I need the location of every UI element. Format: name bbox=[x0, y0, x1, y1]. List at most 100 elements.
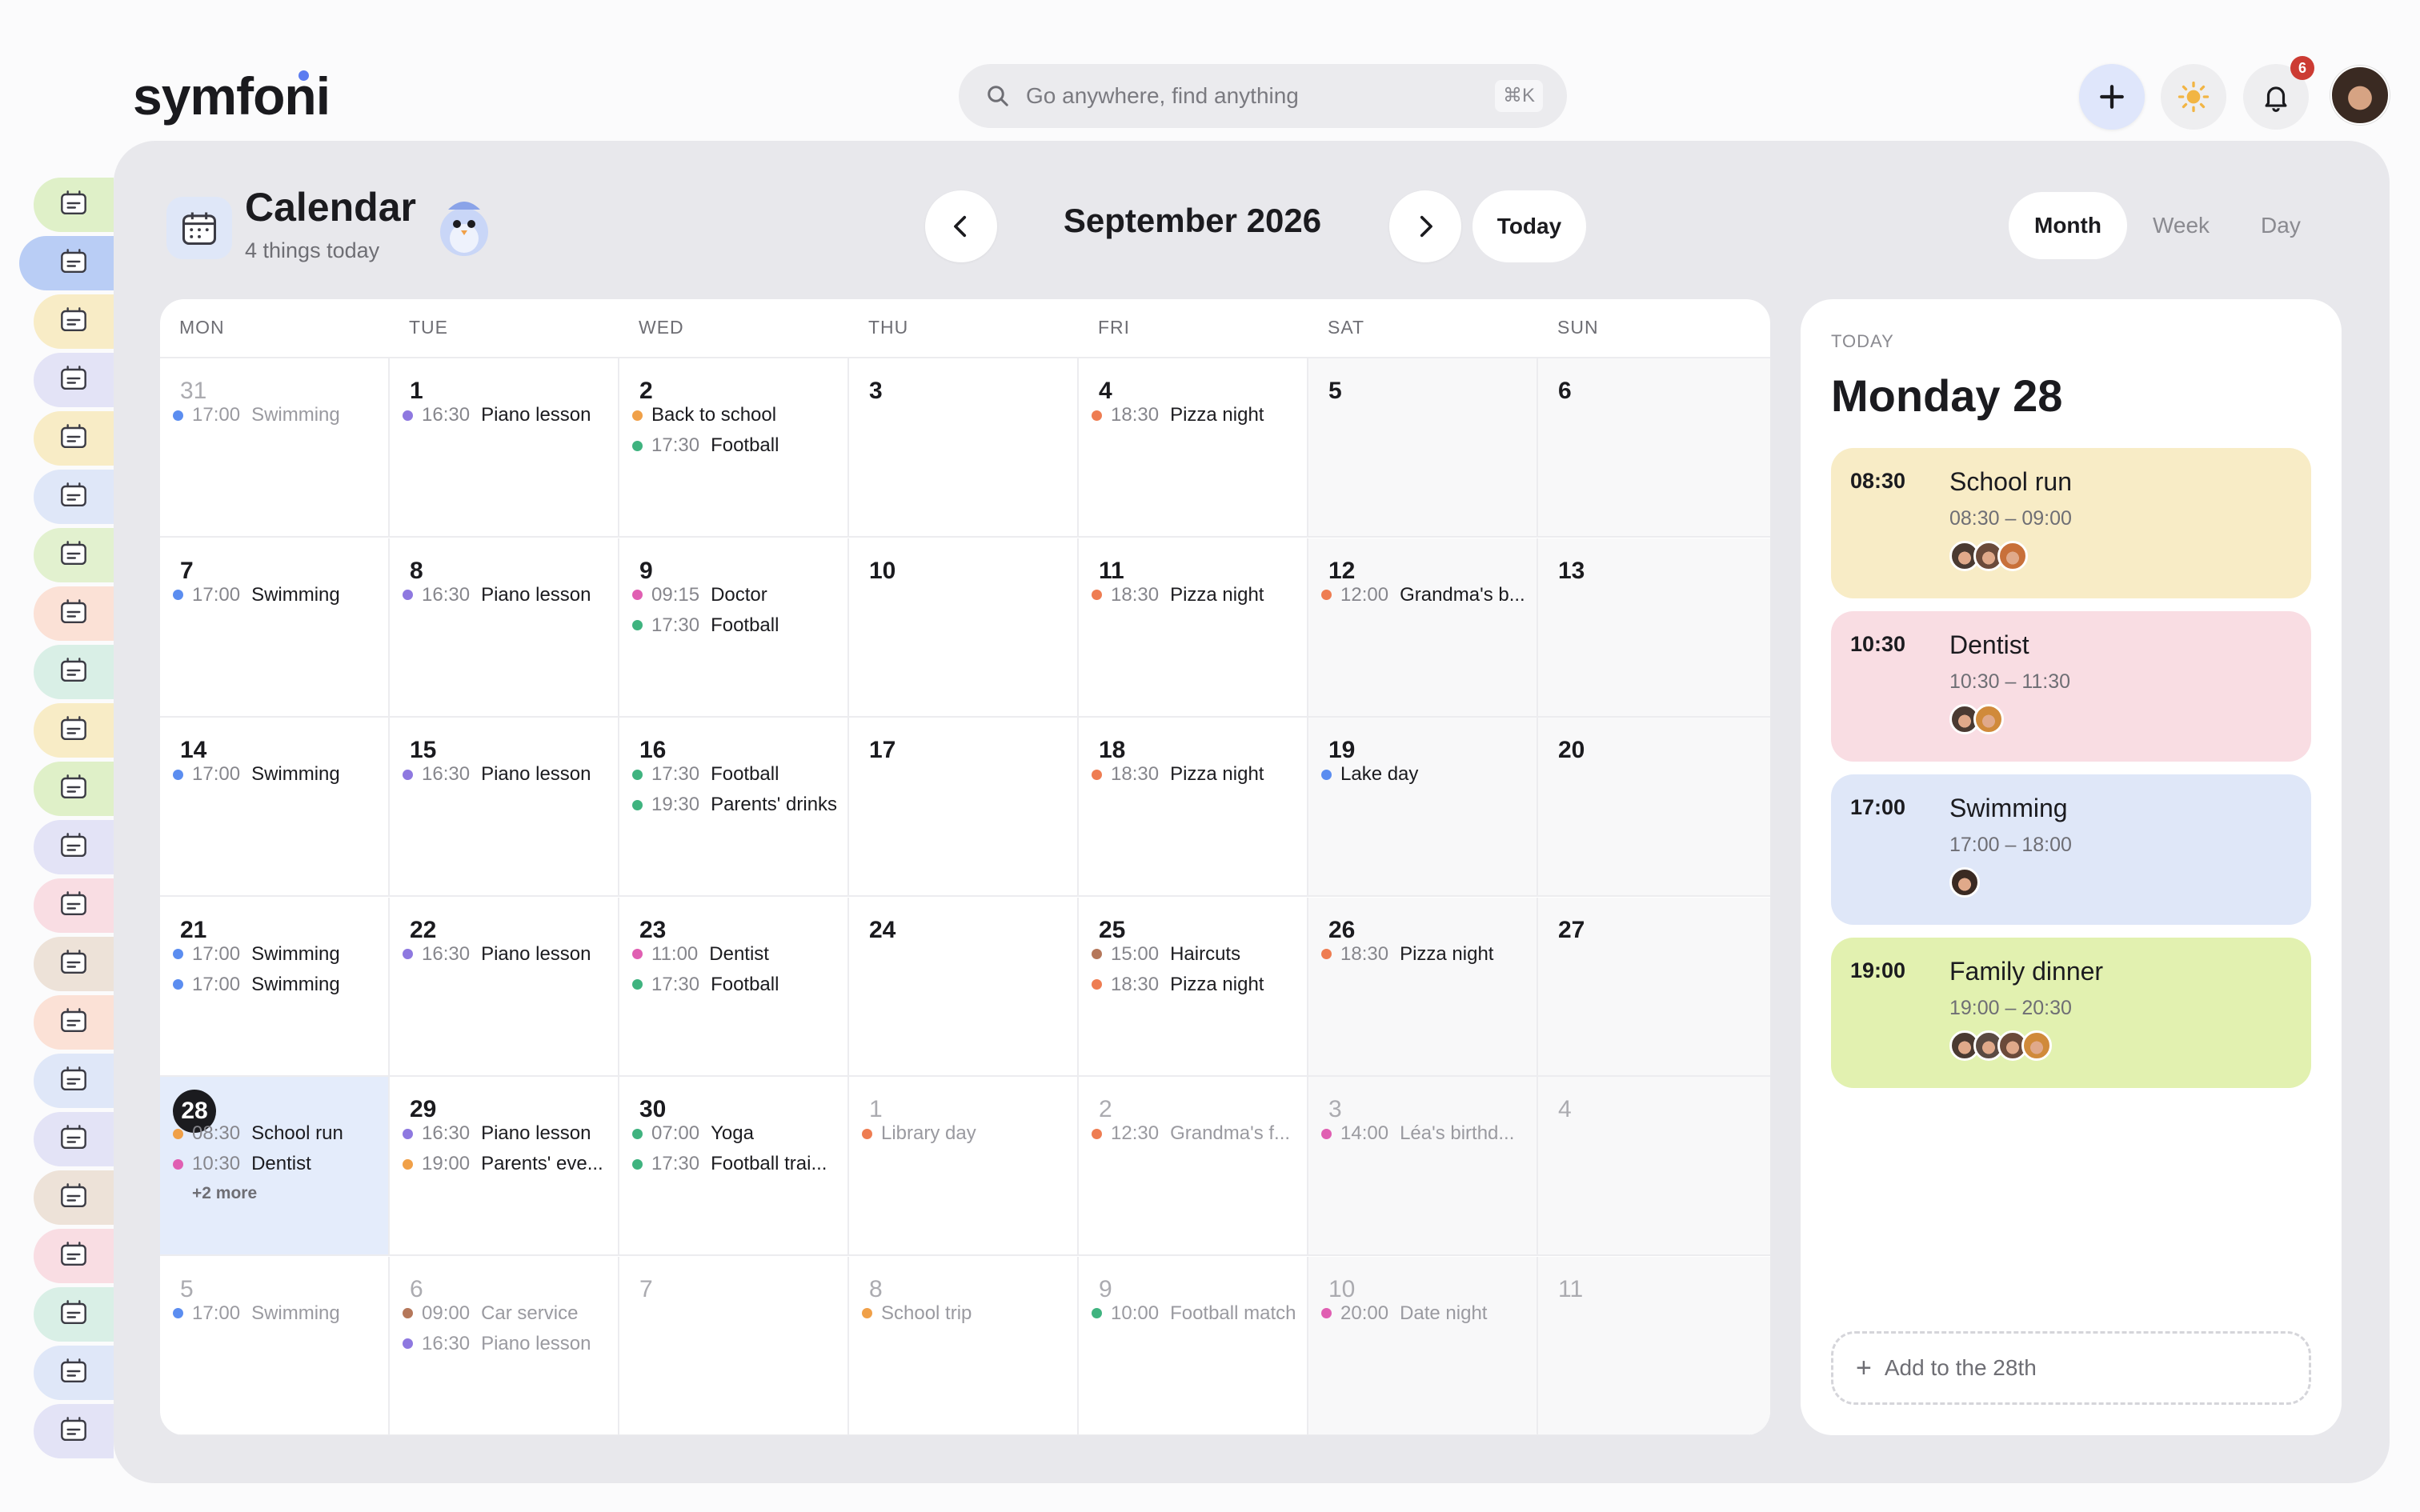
view-week-tab[interactable]: Week bbox=[2127, 192, 2235, 259]
day-cell[interactable]: 1 16:30 Piano lesson bbox=[390, 358, 619, 538]
sidebar-item-calendar[interactable] bbox=[19, 236, 114, 290]
calendar-event[interactable]: 16:30 Piano lesson bbox=[403, 1329, 612, 1359]
day-cell[interactable]: 28 08:30 School run 10:30 Dentist +2 more bbox=[160, 1077, 390, 1256]
agenda-event-card[interactable]: 10:30 Dentist 10:30 – 11:30 bbox=[1831, 611, 2311, 762]
day-cell[interactable]: 5 bbox=[1308, 358, 1538, 538]
sidebar-item-backpack[interactable] bbox=[34, 703, 114, 758]
calendar-event[interactable]: 19:00 Parents' eve... bbox=[403, 1149, 612, 1179]
day-cell[interactable]: 17 bbox=[849, 718, 1079, 897]
day-cell[interactable]: 8 16:30 Piano lesson bbox=[390, 538, 619, 718]
day-cell[interactable]: 15 16:30 Piano lesson bbox=[390, 718, 619, 897]
day-cell[interactable]: 24 bbox=[849, 897, 1079, 1077]
day-cell[interactable]: 5 17:00 Swimming bbox=[160, 1256, 390, 1435]
calendar-event[interactable]: 17:00 Swimming bbox=[173, 1298, 383, 1329]
sidebar-item-vehicle[interactable] bbox=[34, 762, 114, 816]
calendar-event[interactable]: 17:00 Swimming bbox=[173, 970, 383, 1000]
day-cell[interactable]: 8 School trip bbox=[849, 1256, 1079, 1435]
calendar-event[interactable]: 17:00 Swimming bbox=[173, 580, 383, 610]
day-cell[interactable]: 6 bbox=[1538, 358, 1770, 538]
calendar-event[interactable]: 17:00 Swimming bbox=[173, 759, 383, 790]
calendar-event[interactable]: 16:30 Piano lesson bbox=[403, 400, 612, 430]
calendar-event[interactable]: 16:30 Piano lesson bbox=[403, 939, 612, 970]
day-cell[interactable]: 18 18:30 Pizza night bbox=[1079, 718, 1308, 897]
calendar-event[interactable]: 17:00 Swimming bbox=[173, 939, 383, 970]
calendar-event[interactable]: 17:30 Football bbox=[632, 610, 842, 641]
add-button[interactable] bbox=[2079, 64, 2145, 130]
agenda-event-card[interactable]: 19:00 Family dinner 19:00 – 20:30 bbox=[1831, 938, 2311, 1088]
day-cell[interactable]: 23 11:00 Dentist 17:30 Football bbox=[619, 897, 849, 1077]
calendar-event[interactable]: 14:00 Léa's birthd... bbox=[1321, 1118, 1531, 1149]
search-bar[interactable]: Go anywhere, find anything ⌘K bbox=[959, 64, 1567, 128]
day-cell[interactable]: 25 15:00 Haircuts 18:30 Pizza night bbox=[1079, 897, 1308, 1077]
calendar-event[interactable]: 11:00 Dentist bbox=[632, 939, 842, 970]
sidebar-item-checklist[interactable] bbox=[34, 470, 114, 524]
day-cell[interactable]: 4 18:30 Pizza night bbox=[1079, 358, 1308, 538]
calendar-event[interactable]: 18:30 Pizza night bbox=[1092, 580, 1301, 610]
sidebar-item-broom[interactable] bbox=[34, 411, 114, 466]
calendar-event[interactable]: 18:30 Pizza night bbox=[1321, 939, 1531, 970]
day-cell[interactable]: 19 Lake day bbox=[1308, 718, 1538, 897]
sidebar-item-recipe[interactable] bbox=[34, 528, 114, 582]
day-cell[interactable]: 29 16:30 Piano lesson 19:00 Parents' eve... bbox=[390, 1077, 619, 1256]
calendar-event[interactable]: 10:00 Football match bbox=[1092, 1298, 1301, 1329]
sidebar-item-baby[interactable] bbox=[34, 1404, 114, 1458]
day-cell[interactable]: 2 Back to school 17:30 Football bbox=[619, 358, 849, 538]
day-cell[interactable]: 6 09:00 Car service 16:30 Piano lesson bbox=[390, 1256, 619, 1435]
calendar-event[interactable]: 12:00 Grandma's b... bbox=[1321, 580, 1531, 610]
calendar-event[interactable]: 17:00 Swimming bbox=[173, 400, 383, 430]
calendar-event[interactable]: 19:30 Parents' drinks bbox=[632, 790, 842, 820]
day-cell[interactable]: 7 bbox=[619, 1256, 849, 1435]
day-cell[interactable]: 12 12:00 Grandma's b... bbox=[1308, 538, 1538, 718]
sidebar-item-reading[interactable] bbox=[34, 1346, 114, 1400]
calendar-event[interactable]: 16:30 Piano lesson bbox=[403, 1118, 612, 1149]
sidebar-item-mail-heart[interactable] bbox=[34, 1229, 114, 1283]
add-event-today-button[interactable]: + Add to the 28th bbox=[1831, 1331, 2311, 1405]
view-day-tab[interactable]: Day bbox=[2235, 192, 2326, 259]
theme-toggle-button[interactable] bbox=[2161, 64, 2226, 130]
sidebar-item-photo[interactable] bbox=[34, 1170, 114, 1225]
day-cell[interactable]: 27 bbox=[1538, 897, 1770, 1077]
calendar-event[interactable]: 17:30 Football bbox=[632, 759, 842, 790]
calendar-event[interactable]: Lake day bbox=[1321, 759, 1531, 790]
calendar-event[interactable]: School trip bbox=[862, 1298, 1072, 1329]
sidebar-item-book[interactable] bbox=[34, 1112, 114, 1166]
agenda-event-card[interactable]: 08:30 School run 08:30 – 09:00 bbox=[1831, 448, 2311, 598]
sidebar-item-tickets[interactable] bbox=[34, 294, 114, 349]
day-cell[interactable]: 10 20:00 Date night bbox=[1308, 1256, 1538, 1435]
day-cell[interactable]: 22 16:30 Piano lesson bbox=[390, 897, 619, 1077]
calendar-event[interactable]: 17:30 Football trai... bbox=[632, 1149, 842, 1179]
calendar-event[interactable]: 16:30 Piano lesson bbox=[403, 580, 612, 610]
day-cell[interactable]: 20 bbox=[1538, 718, 1770, 897]
day-cell[interactable]: 21 17:00 Swimming 17:00 Swimming bbox=[160, 897, 390, 1077]
more-events-link[interactable]: +2 more bbox=[192, 1184, 257, 1203]
day-cell[interactable]: 7 17:00 Swimming bbox=[160, 538, 390, 718]
day-cell[interactable]: 14 17:00 Swimming bbox=[160, 718, 390, 897]
calendar-event[interactable]: 20:00 Date night bbox=[1321, 1298, 1531, 1329]
calendar-event[interactable]: 18:30 Pizza night bbox=[1092, 400, 1301, 430]
agenda-event-card[interactable]: 17:00 Swimming 17:00 – 18:00 bbox=[1831, 774, 2311, 925]
next-month-button[interactable] bbox=[1389, 190, 1461, 262]
day-cell[interactable]: 30 07:00 Yoga 17:30 Football trai... bbox=[619, 1077, 849, 1256]
sidebar-item-toolbox[interactable] bbox=[34, 937, 114, 991]
sidebar-item-house-care[interactable] bbox=[34, 1287, 114, 1342]
sidebar-item-camera[interactable] bbox=[34, 878, 114, 933]
day-cell[interactable]: 13 bbox=[1538, 538, 1770, 718]
user-avatar[interactable] bbox=[2330, 66, 2390, 125]
calendar-event[interactable]: 10:30 Dentist bbox=[173, 1149, 383, 1179]
calendar-event[interactable]: 08:30 School run bbox=[173, 1118, 383, 1149]
sidebar-item-garden[interactable] bbox=[34, 820, 114, 874]
previous-month-button[interactable] bbox=[925, 190, 997, 262]
day-cell[interactable]: 16 17:30 Football 19:30 Parents' drinks bbox=[619, 718, 849, 897]
sidebar-item-plate[interactable] bbox=[34, 586, 114, 641]
day-cell[interactable]: 9 10:00 Football match bbox=[1079, 1256, 1308, 1435]
day-cell[interactable]: 31 17:00 Swimming bbox=[160, 358, 390, 538]
day-cell[interactable]: 10 bbox=[849, 538, 1079, 718]
calendar-event[interactable]: 07:00 Yoga bbox=[632, 1118, 842, 1149]
calendar-event[interactable]: 18:30 Pizza night bbox=[1092, 759, 1301, 790]
calendar-event[interactable]: 15:00 Haircuts bbox=[1092, 939, 1301, 970]
app-logo[interactable]: symfoni bbox=[133, 66, 331, 126]
sidebar-item-weather[interactable] bbox=[34, 1054, 114, 1108]
calendar-event[interactable]: 09:00 Car service bbox=[403, 1298, 612, 1329]
calendar-event[interactable]: 16:30 Piano lesson bbox=[403, 759, 612, 790]
day-cell[interactable]: 11 18:30 Pizza night bbox=[1079, 538, 1308, 718]
